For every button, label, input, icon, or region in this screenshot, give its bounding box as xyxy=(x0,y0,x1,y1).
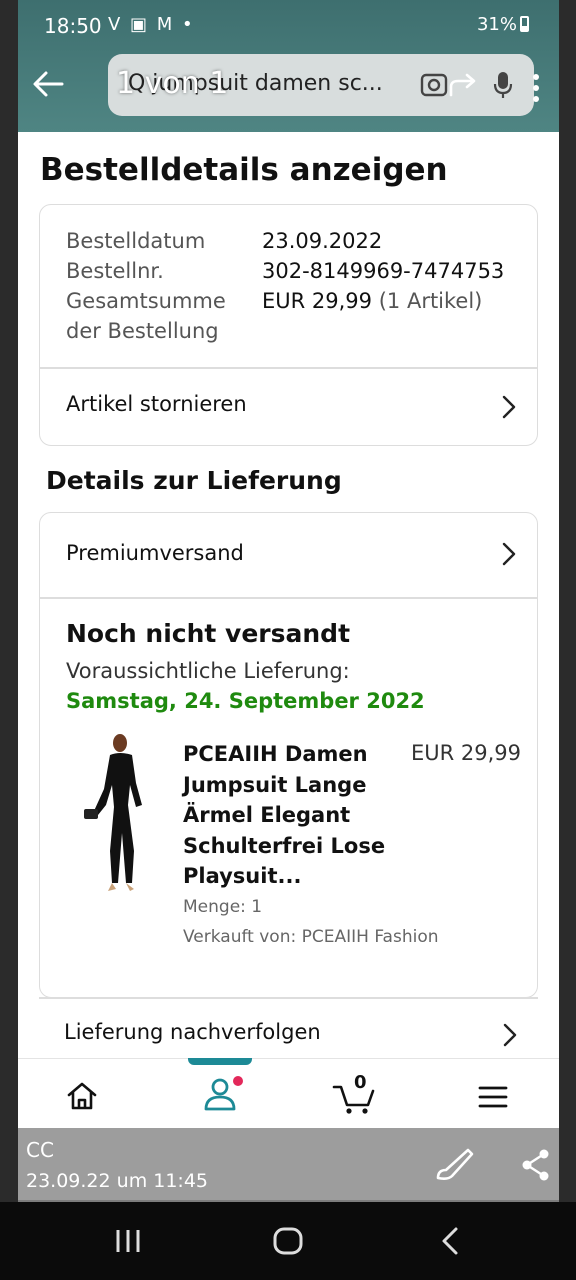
status-time: 18:50 xyxy=(44,14,102,38)
cart-count: 0 xyxy=(354,1072,367,1093)
track-delivery-link[interactable]: Lieferung nachverfolgen xyxy=(64,1020,321,1044)
expected-delivery-label: Voraussichtliche Lieferung: xyxy=(66,659,350,683)
total-items: (1 Artikel) xyxy=(378,289,483,313)
expected-delivery-date: Samstag, 24. September 2022 xyxy=(66,689,425,713)
share-icon[interactable] xyxy=(520,1148,552,1182)
product-seller: Verkauft von: PCEAIIH Fashion xyxy=(183,927,439,947)
cancel-items-label[interactable]: Artikel stornieren xyxy=(66,392,247,416)
more-vertical-icon[interactable] xyxy=(530,72,542,104)
order-date-value: 23.09.2022 xyxy=(262,229,383,253)
page-title: Bestelldetails anzeigen xyxy=(40,152,448,188)
product-price: EUR 29,99 xyxy=(410,741,521,765)
home-button-icon[interactable] xyxy=(272,1226,304,1256)
chevron-right-icon xyxy=(502,542,516,566)
product-name[interactable]: PCEAIIH Damen Jumpsuit Lange Ärmel Elega… xyxy=(183,739,393,892)
page-counter: 1 von 1 xyxy=(116,66,229,101)
chevron-right-icon xyxy=(502,395,516,419)
product-image[interactable] xyxy=(78,733,156,893)
camera-search-icon[interactable] xyxy=(420,72,448,98)
shipping-method-row[interactable]: Premiumversand xyxy=(40,513,537,597)
product-quantity: Menge: 1 xyxy=(183,897,263,917)
screenshot-content: 18:50 V ▣ M • 31% Q jumpsuit damen sc... xyxy=(18,0,559,1200)
bottom-navigation xyxy=(18,1058,559,1128)
order-total-label-1: Gesamtsumme xyxy=(66,289,226,313)
browser-header: 18:50 V ▣ M • 31% Q jumpsuit damen sc... xyxy=(18,0,559,132)
system-navigation-bar xyxy=(0,1202,576,1280)
order-summary-card: Bestelldatum 23.09.2022 Bestellnr. 302-8… xyxy=(39,204,538,446)
order-total-value: EUR 29,99 (1 Artikel) xyxy=(262,289,482,313)
delivery-heading: Details zur Lieferung xyxy=(46,466,342,495)
shipping-method-label[interactable]: Premiumversand xyxy=(66,541,244,565)
microphone-icon[interactable] xyxy=(492,70,514,100)
active-tab-indicator xyxy=(188,1058,252,1065)
chevron-right-icon xyxy=(503,1023,517,1047)
total-amount: EUR 29,99 xyxy=(262,289,373,313)
notification-icons: V ▣ M • xyxy=(108,14,195,35)
home-icon[interactable] xyxy=(66,1081,98,1111)
upload-timestamp: 23.09.22 um 11:45 xyxy=(26,1170,208,1192)
share-arrow-icon[interactable] xyxy=(448,72,478,98)
uploader-name: CC xyxy=(26,1138,54,1162)
image-viewer: 18:50 V ▣ M • 31% Q jumpsuit damen sc... xyxy=(0,0,576,1280)
shipment-status: Noch nicht versandt xyxy=(66,619,351,648)
divider xyxy=(39,997,538,999)
account-icon[interactable] xyxy=(202,1075,246,1113)
battery-icon xyxy=(520,16,529,32)
order-total-label-2: der Bestellung xyxy=(66,319,219,343)
divider xyxy=(40,597,537,599)
status-bar: 18:50 V ▣ M • 31% xyxy=(18,0,559,52)
recent-apps-icon[interactable] xyxy=(114,1228,142,1254)
menu-icon[interactable] xyxy=(478,1085,508,1109)
back-button-icon[interactable] xyxy=(438,1226,462,1256)
order-number-label: Bestellnr. xyxy=(66,259,164,283)
order-date-label: Bestelldatum xyxy=(66,229,206,253)
cancel-items-row[interactable]: Artikel stornieren xyxy=(40,368,537,446)
battery-percent: 31% xyxy=(476,14,517,35)
draw-edit-icon[interactable] xyxy=(432,1146,476,1184)
status-right: 31% xyxy=(477,14,529,35)
order-number-value: 302-8149969-7474753 xyxy=(262,259,505,283)
back-arrow-icon[interactable] xyxy=(30,66,66,102)
delivery-card: Premiumversand Noch nicht versandt Vorau… xyxy=(39,512,538,998)
